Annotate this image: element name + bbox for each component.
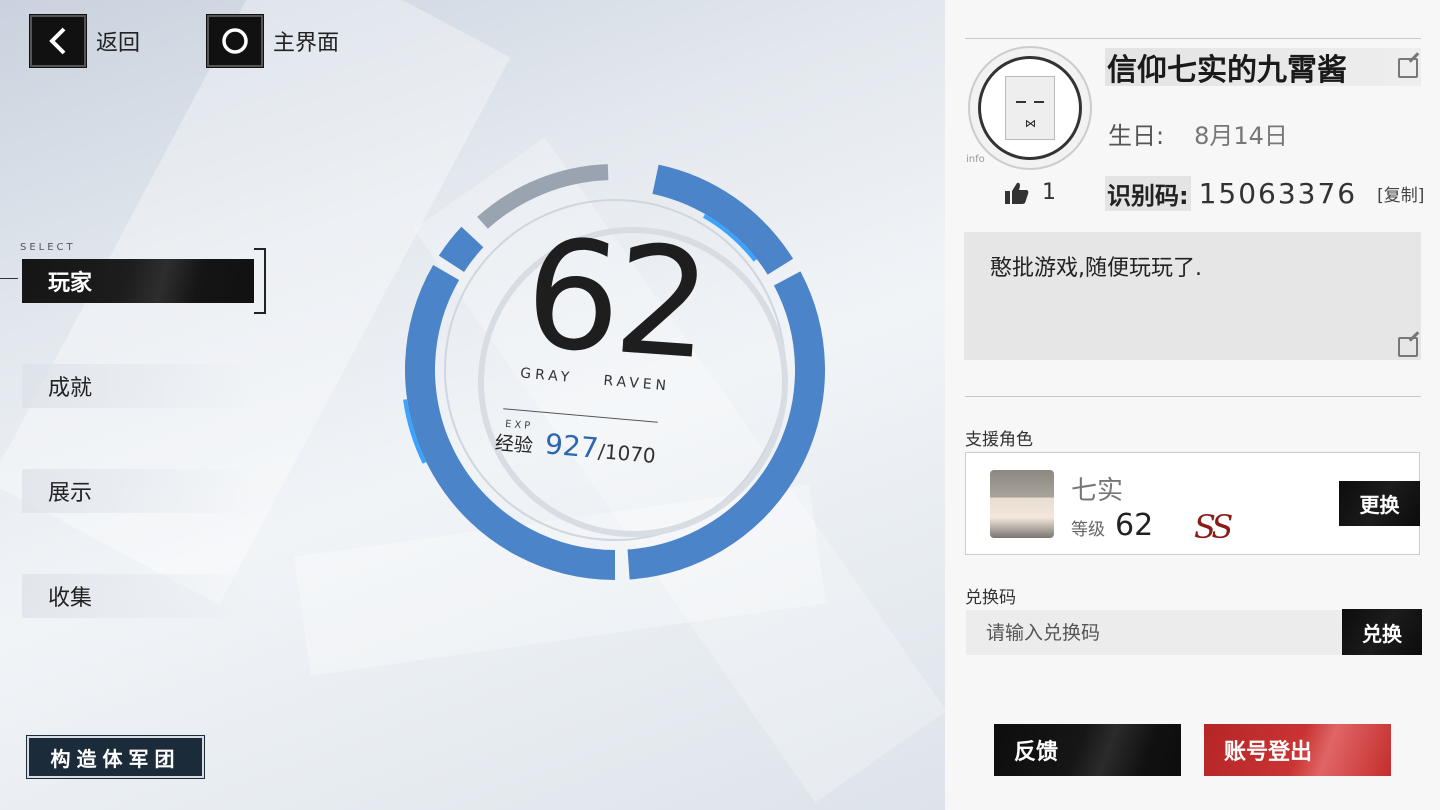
support-character-level: 等级 62 bbox=[1071, 508, 1153, 543]
back-button[interactable]: 返回 bbox=[30, 15, 140, 67]
level-value: 62 bbox=[1115, 508, 1154, 543]
menu-item-label: 展示 bbox=[48, 481, 93, 506]
avatar-character-icon: ⋈ bbox=[1005, 76, 1055, 140]
redeem-section-label: 兑换码 bbox=[965, 588, 1016, 608]
signature-text: 憨批游戏,随便玩玩了. bbox=[990, 256, 1202, 281]
thumbs-up-icon bbox=[1005, 182, 1029, 204]
support-character-portrait bbox=[990, 470, 1054, 538]
ring-progress-arc bbox=[438, 226, 484, 273]
selection-indicator bbox=[0, 278, 18, 279]
menu-item-collection[interactable]: 收集 bbox=[22, 574, 254, 618]
rank-badge: SS bbox=[1194, 508, 1233, 546]
back-label: 返回 bbox=[96, 31, 141, 56]
logout-button[interactable]: 账号登出 bbox=[1204, 724, 1391, 776]
change-support-label: 更换 bbox=[1359, 493, 1400, 517]
avatar-tag: info bbox=[966, 154, 985, 165]
home-button[interactable]: 主界面 bbox=[207, 15, 339, 67]
home-circle-icon bbox=[207, 15, 263, 67]
menu-item-label: 成就 bbox=[48, 376, 93, 401]
construct-corps-label: 构造体军团 bbox=[50, 746, 181, 771]
redeem-button-label: 兑换 bbox=[1362, 621, 1402, 646]
likes-count: 1 bbox=[1042, 180, 1056, 205]
player-name: 信仰七实的九霄酱 bbox=[1105, 48, 1421, 88]
redeem-button[interactable]: 兑换 bbox=[1342, 609, 1422, 655]
birthday-label: 生日: bbox=[1108, 122, 1165, 150]
logout-label: 账号登出 bbox=[1224, 740, 1313, 765]
likes-counter[interactable]: 1 bbox=[1004, 180, 1056, 205]
signature-box[interactable]: 憨批游戏,随便玩玩了. bbox=[964, 232, 1421, 360]
uid-label: 识别码: bbox=[1105, 176, 1191, 211]
uid-row: 识别码: 15063376 [复制] bbox=[1105, 176, 1424, 211]
birthday-value: 8月14日 bbox=[1194, 122, 1288, 150]
player-avatar[interactable]: ⋈ bbox=[968, 46, 1092, 170]
edit-signature-icon[interactable] bbox=[1398, 337, 1418, 357]
feedback-button[interactable]: 反馈 bbox=[994, 724, 1181, 776]
support-section-label: 支援角色 bbox=[965, 430, 1033, 450]
copy-uid-button[interactable]: [复制] bbox=[1377, 181, 1424, 206]
menu-item-label: 玩家 bbox=[48, 271, 93, 296]
selection-bracket bbox=[254, 248, 266, 314]
player-name-text: 信仰七实的九霄酱 bbox=[1107, 53, 1347, 88]
menu-item-player[interactable]: 玩家 bbox=[22, 259, 254, 303]
home-label: 主界面 bbox=[273, 31, 340, 56]
menu-item-showcase[interactable]: 展示 bbox=[22, 469, 254, 513]
menu-item-label: 收集 bbox=[48, 586, 93, 611]
menu-item-achievements[interactable]: 成就 bbox=[22, 364, 254, 408]
change-support-button[interactable]: 更换 bbox=[1339, 481, 1420, 526]
birthday: 生日: 8月14日 bbox=[1108, 116, 1288, 151]
player-level: 62 bbox=[519, 206, 711, 394]
divider bbox=[965, 38, 1421, 39]
edit-name-icon[interactable] bbox=[1398, 58, 1418, 78]
back-arrow-icon bbox=[30, 15, 86, 67]
uid-value: 15063376 bbox=[1198, 177, 1358, 210]
level-label: 等级 bbox=[1071, 520, 1105, 540]
redeem-code-input[interactable] bbox=[966, 610, 1344, 655]
select-tag: SELECT bbox=[20, 242, 76, 253]
divider bbox=[965, 396, 1421, 397]
support-character-name: 七实 bbox=[1071, 476, 1124, 506]
exp-current: 927 bbox=[543, 427, 600, 465]
feedback-label: 反馈 bbox=[1014, 740, 1059, 765]
avatar-frame: ⋈ bbox=[978, 56, 1082, 160]
exp-label: 经验 bbox=[494, 432, 534, 458]
construct-corps-button[interactable]: 构造体军团 bbox=[26, 735, 205, 779]
exp-max: /1070 bbox=[597, 439, 657, 468]
